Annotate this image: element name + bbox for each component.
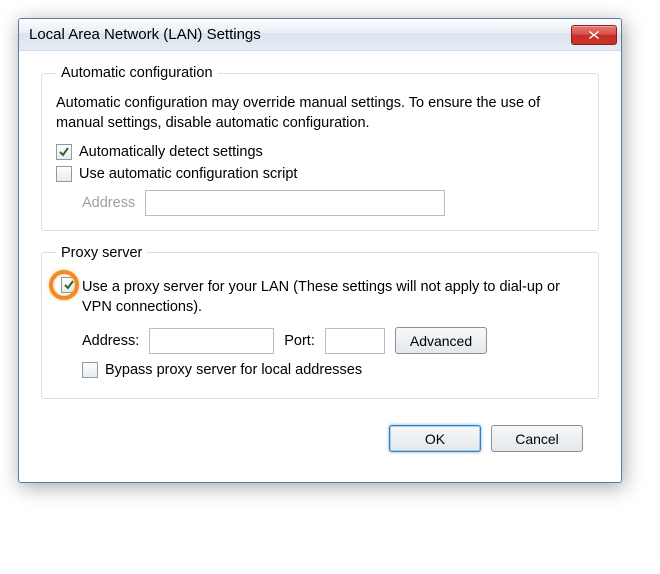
proxy-legend: Proxy server xyxy=(56,245,147,261)
bypass-checkbox[interactable] xyxy=(82,362,98,378)
ok-button[interactable]: OK xyxy=(389,425,481,452)
dialog-footer: OK Cancel xyxy=(41,413,599,468)
checkmark-icon xyxy=(63,279,75,291)
use-proxy-label: Use a proxy server for your LAN (These s… xyxy=(82,277,584,318)
auto-address-label: Address xyxy=(82,195,135,211)
proxy-address-label: Address: xyxy=(82,333,139,349)
window-title: Local Area Network (LAN) Settings xyxy=(29,26,571,43)
proxy-port-label: Port: xyxy=(284,333,315,349)
advanced-button[interactable]: Advanced xyxy=(395,327,487,354)
proxy-address-input[interactable] xyxy=(149,328,274,354)
auto-description: Automatic configuration may override man… xyxy=(56,93,584,134)
auto-detect-checkbox[interactable] xyxy=(56,144,72,160)
proxy-server-group: Proxy server Use a proxy server for your… xyxy=(41,245,599,400)
auto-legend: Automatic configuration xyxy=(56,65,218,81)
lan-settings-dialog: Local Area Network (LAN) Settings Automa… xyxy=(18,18,622,483)
checkmark-icon xyxy=(58,146,70,158)
auto-script-checkbox[interactable] xyxy=(56,166,72,182)
auto-address-input[interactable] xyxy=(145,190,445,216)
auto-script-label: Use automatic configuration script xyxy=(79,166,297,182)
cancel-button[interactable]: Cancel xyxy=(491,425,583,452)
use-proxy-checkbox[interactable] xyxy=(61,277,77,293)
close-button[interactable] xyxy=(571,25,617,45)
titlebar[interactable]: Local Area Network (LAN) Settings xyxy=(19,19,621,51)
automatic-configuration-group: Automatic configuration Automatic config… xyxy=(41,65,599,231)
proxy-port-input[interactable] xyxy=(325,328,385,354)
close-icon xyxy=(588,30,600,40)
bypass-label: Bypass proxy server for local addresses xyxy=(105,362,362,378)
auto-detect-label: Automatically detect settings xyxy=(79,144,263,160)
